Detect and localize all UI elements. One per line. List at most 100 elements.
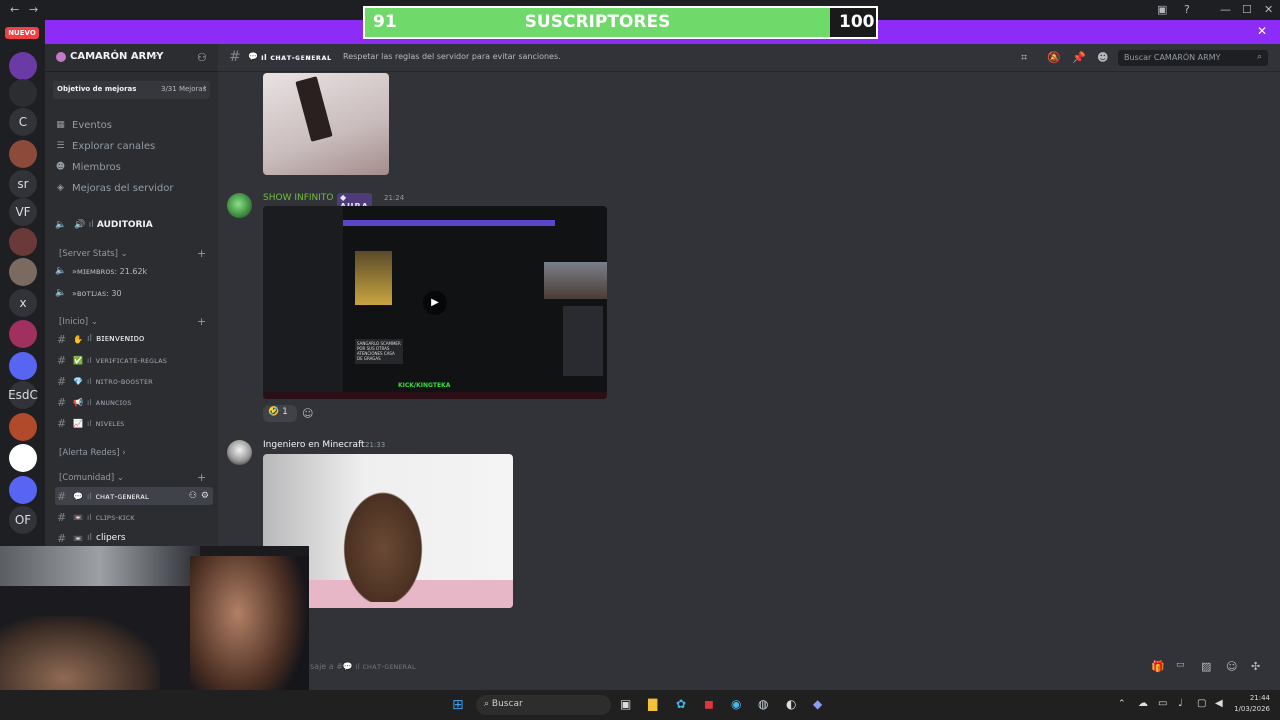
server-icon[interactable] [9, 140, 37, 168]
edge-icon[interactable]: ◉ [731, 697, 741, 711]
server-header[interactable]: CAMARÓN ARMY ⌄ ⚇ [45, 44, 218, 72]
server-icon[interactable]: sr [9, 170, 37, 198]
channel-separator: ıl [87, 533, 93, 543]
server-icon[interactable]: VF [9, 198, 37, 226]
channel-item[interactable]: # 📢 ıl ᴀɴᴜɴᴄɪᴏs [55, 393, 213, 411]
megaphone-emoji: 🔊 [74, 220, 86, 230]
gift-icon[interactable]: 🎁 [1151, 660, 1165, 673]
nav-members-label: Miembros [72, 162, 121, 173]
server-icon[interactable] [9, 228, 37, 256]
attachment-image[interactable] [263, 73, 389, 175]
display-icon[interactable]: ▢ [1197, 698, 1206, 709]
add-channel-icon[interactable]: + [197, 471, 206, 484]
clock-time[interactable]: 21:44 [1244, 694, 1270, 702]
inbox-icon[interactable]: ▣ [1157, 3, 1167, 16]
server-icon[interactable]: EsdC [8, 381, 38, 409]
channel-item[interactable]: # ✋ ıl ʙɪᴇɴᴠᴇɴɪᴅᴏ [55, 330, 213, 348]
mute-icon[interactable]: 🔕 [1047, 51, 1061, 64]
boost-icon: ◈ [57, 183, 64, 193]
steam-icon[interactable]: ◍ [758, 697, 768, 711]
add-reaction-icon[interactable]: ☺ [302, 407, 313, 420]
obs-icon[interactable]: ◐ [786, 697, 796, 711]
gif-icon[interactable]: ▭ [1176, 660, 1185, 670]
person-in-photo [338, 484, 428, 602]
nav-browse-label: Explorar canales [72, 141, 156, 152]
server-icon[interactable] [9, 320, 37, 348]
category-server-stats[interactable]: [Server Stats] ⌄ [59, 249, 128, 259]
copilot-icon[interactable]: ✿ [676, 697, 686, 711]
channel-item[interactable]: # 💎 ıl ɴɪᴛʀᴏ-ʙᴏᴏsᴛᴇʀ [55, 372, 213, 390]
avatar[interactable] [227, 193, 252, 218]
add-member-icon[interactable]: ⚇ [197, 51, 207, 64]
channel-emoji: 📢 [73, 397, 83, 407]
channel-separator: ıl [261, 53, 268, 62]
message-composer[interactable]: saje a #💬 ıl ᴄʜᴀᴛ-ɢᴇɴᴇʀᴀʟ 🎁 ▭ ▨ ☺ ✣ [300, 654, 1280, 680]
video-taskbar [263, 392, 607, 399]
channel-item[interactable]: # 💬 ıl ᴄʜᴀᴛ-ɢᴇɴᴇʀᴀʟ ⚇ ⚙ [55, 487, 213, 505]
server-icon[interactable] [9, 413, 37, 441]
tray-chevron-icon[interactable]: ⌃ [1118, 699, 1126, 709]
category-inicio[interactable]: [Inicio] ⌄ [59, 317, 98, 327]
play-icon[interactable]: ▶ [423, 291, 447, 315]
server-icon[interactable]: OF [9, 506, 37, 534]
channel-item[interactable]: # ✅ ıl ᴠᴇʀɪғɪᴄᴀᴛᴇ-ʀᴇɢʟᴀs [55, 351, 213, 369]
stat-bots[interactable]: 🔈 »ʙᴏᴛɪᴊᴀs: 30 [55, 288, 122, 299]
server-icon[interactable] [9, 352, 37, 380]
clock-date[interactable]: 1/03/2026 [1226, 705, 1270, 713]
channel-item[interactable]: # 📈 ıl ɴɪᴠᴇʟᴇs [55, 414, 213, 432]
stat-members[interactable]: 🔈 »ᴍɪᴇᴍʙʀᴏs: 21.62k [55, 266, 147, 277]
nav-events[interactable]: ▦ Eventos [55, 120, 112, 131]
boost-goal[interactable]: Objetivo de mejoras 3/31 Mejoras › [53, 81, 210, 99]
banner-close-icon[interactable]: ✕ [1257, 24, 1267, 38]
file-explorer-icon[interactable]: ▇ [648, 697, 657, 711]
author-name[interactable]: Ingeniero en Minecraft [263, 440, 365, 450]
add-channel-icon[interactable]: + [197, 315, 206, 328]
add-channel-icon[interactable]: + [197, 247, 206, 260]
volume-icon[interactable]: ◀ [1215, 698, 1223, 709]
invite-icon[interactable]: ⚇ [189, 491, 197, 501]
member-list-icon[interactable]: ☻ [1097, 51, 1108, 64]
server-icon[interactable] [9, 258, 37, 286]
office-icon[interactable]: ◼ [704, 697, 714, 711]
settings-gear-icon[interactable]: ⚙ [201, 491, 209, 501]
video-attachment[interactable]: SANGARLO SCAMMER POR SUS OTRAS ATENCIONE… [263, 206, 607, 399]
reaction-pill[interactable]: 🤣 1 [263, 405, 297, 422]
discord-icon[interactable]: ◆ [813, 697, 822, 711]
server-icon[interactable] [9, 52, 37, 80]
network-icon[interactable]: ▭ [1158, 698, 1167, 709]
channel-item[interactable]: # 📼 ıl clipers [55, 529, 213, 547]
voice-channel-auditoria[interactable]: 🔈 🔊 ıl AUDITORIA [55, 220, 213, 234]
mic-icon[interactable]: ♩ [1178, 698, 1183, 709]
help-icon[interactable]: ? [1184, 3, 1190, 16]
apps-icon[interactable]: ✣ [1251, 660, 1260, 673]
search-input[interactable]: Buscar CAMARÓN ARMY ⌕ [1118, 50, 1268, 66]
channel-item[interactable]: # 📼 ıl ᴄʟɪᴘs-ᴋɪᴄᴋ [55, 508, 213, 526]
close-button[interactable]: ✕ [1264, 3, 1273, 16]
onedrive-icon[interactable]: ☁ [1138, 698, 1148, 709]
maximize-button[interactable]: ☐ [1242, 3, 1252, 16]
nav-browse-channels[interactable]: ☰ Explorar canales [55, 141, 155, 152]
category-alerta-redes[interactable]: [Alerta Redes] › [59, 448, 126, 458]
back-icon[interactable]: ← [10, 3, 19, 16]
server-icon[interactable] [9, 444, 37, 472]
server-icon[interactable]: C [9, 108, 37, 136]
server-icon[interactable]: x [9, 289, 37, 317]
server-icon[interactable] [9, 79, 37, 107]
server-icon[interactable] [9, 476, 37, 504]
author-name[interactable]: SHOW INFINITO [263, 193, 334, 203]
phone-in-photo [295, 76, 333, 142]
nav-members[interactable]: ☻ Miembros [55, 162, 121, 173]
task-view-icon[interactable]: ▣ [620, 697, 631, 711]
windows-start-icon[interactable]: ⊞ [452, 697, 464, 713]
nav-server-boosts[interactable]: ◈ Mejoras del servidor [55, 183, 173, 194]
taskbar-search[interactable]: ⌕ Buscar [476, 695, 611, 715]
sticker-icon[interactable]: ▨ [1201, 660, 1211, 673]
category-comunidad[interactable]: [Comunidad] ⌄ [59, 473, 124, 483]
minimize-button[interactable]: — [1220, 3, 1231, 16]
threads-icon[interactable]: ⌗ [1021, 51, 1027, 65]
emoji-icon[interactable]: ☺ [1226, 660, 1237, 673]
avatar[interactable] [227, 440, 252, 465]
forward-icon[interactable]: → [29, 3, 38, 16]
channel-topic[interactable]: Respetar las reglas del servidor para ev… [343, 52, 561, 61]
pin-icon[interactable]: 📌 [1072, 51, 1086, 64]
